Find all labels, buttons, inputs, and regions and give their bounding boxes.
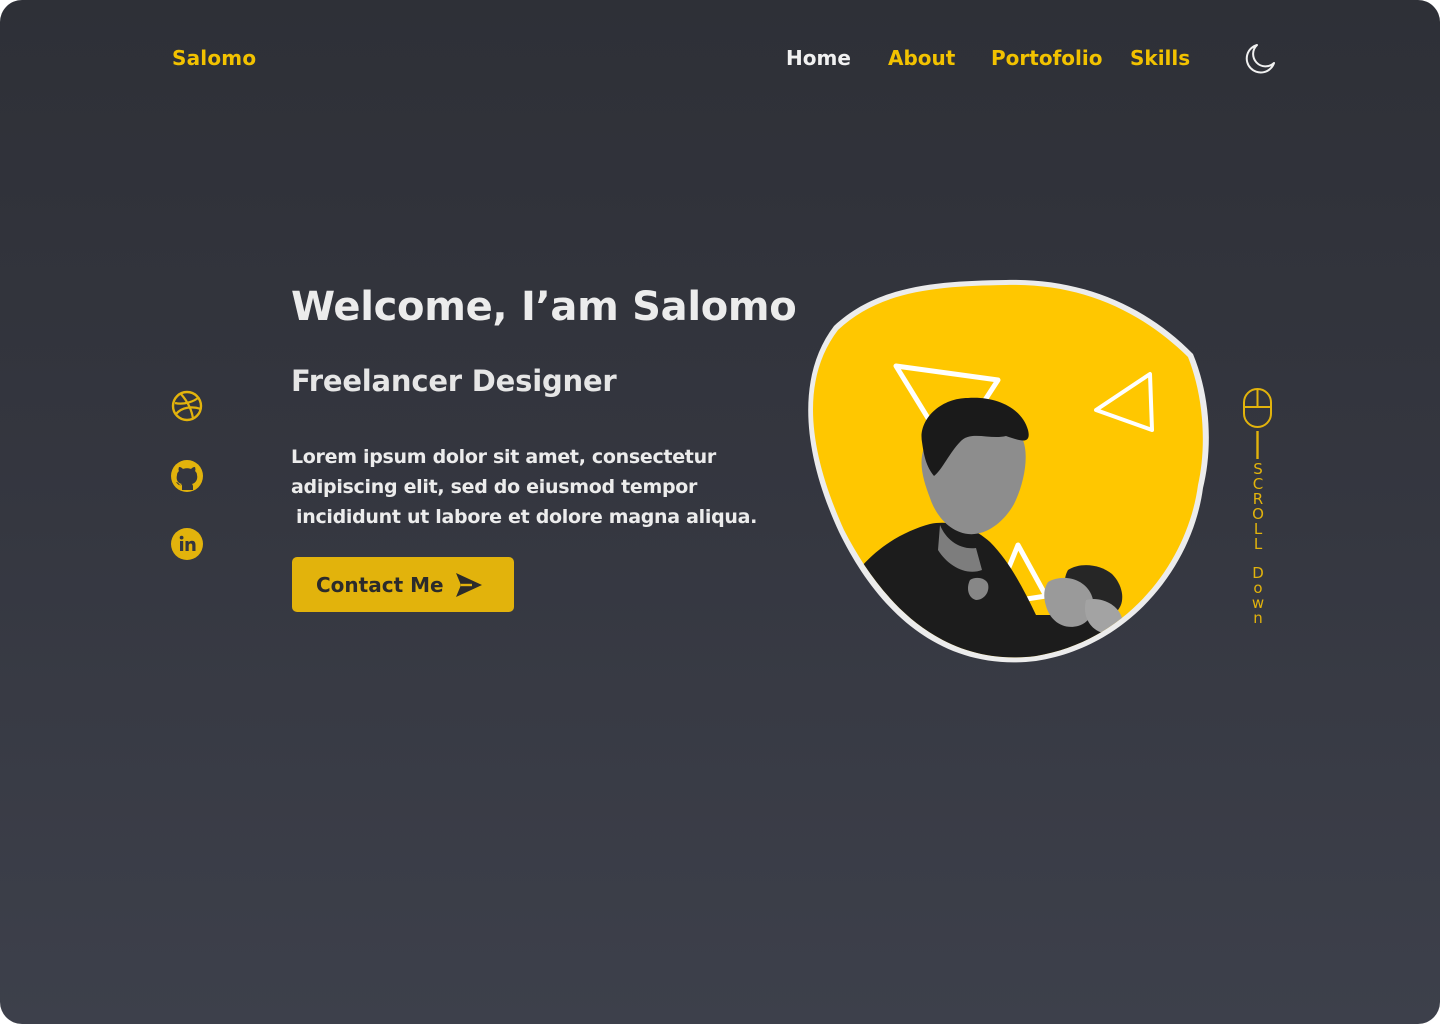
nav-about[interactable]: About	[888, 46, 955, 70]
hero-description: Lorem ipsum dolor sit amet, consectetur …	[291, 442, 771, 532]
nav-home[interactable]: Home	[786, 46, 851, 70]
hero-description-line: incididunt ut labore et dolore magna ali…	[296, 506, 758, 528]
github-icon[interactable]	[170, 459, 204, 493]
send-icon	[456, 573, 482, 597]
linkedin-icon[interactable]	[170, 527, 204, 561]
moon-icon[interactable]	[1243, 42, 1277, 76]
nav-portfolio[interactable]: Portofolio	[991, 46, 1102, 70]
scroll-down-label[interactable]: S C R O L L D o w n	[1246, 462, 1270, 626]
nav-skills[interactable]: Skills	[1130, 46, 1190, 70]
scroll-letter: n	[1253, 609, 1263, 627]
main-nav: Home About Portofolio Skills	[0, 46, 1440, 76]
hero-description-line: Lorem ipsum dolor sit amet, consectetur	[291, 446, 716, 468]
scroll-letter: L	[1253, 535, 1263, 553]
profile-photo	[808, 279, 1209, 663]
page-frame: Salomo Home About Portofolio Skills Welc…	[0, 0, 1440, 1024]
dribbble-icon[interactable]	[170, 389, 204, 423]
hero-description-line: adipiscing elit, sed do eiusmod tempor	[291, 476, 698, 498]
hero-title: Welcome, I’am Salomo	[291, 284, 797, 330]
contact-me-label: Contact Me	[316, 572, 444, 597]
hero-subtitle: Freelancer Designer	[291, 364, 617, 398]
